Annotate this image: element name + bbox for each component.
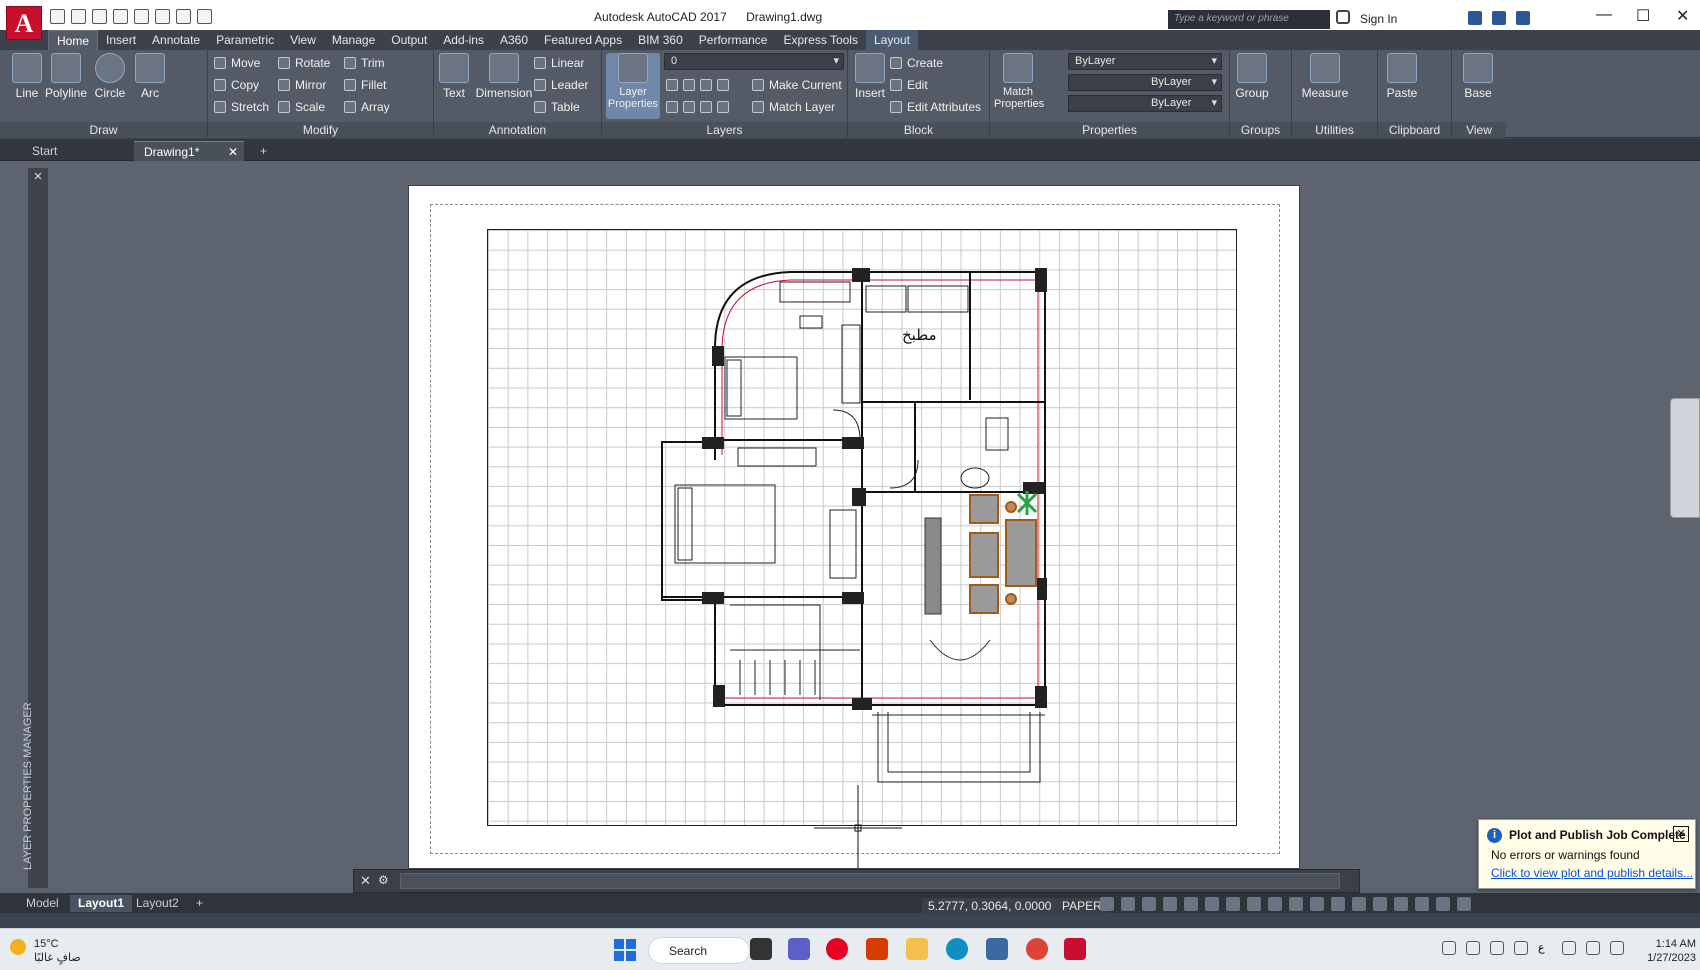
coordinates-readout[interactable]: 5.2777, 0.3064, 0.0000 [922,898,1058,914]
volume-icon[interactable] [1586,941,1600,955]
living-room-sofas [924,494,1037,615]
units-icon[interactable] [1352,897,1366,911]
notification-message: No errors or warnings found [1491,848,1640,862]
start-menu-icon[interactable] [614,939,636,961]
selection-cycling-icon[interactable] [1268,897,1282,911]
clock-date: 1/27/2023 [1647,952,1696,964]
teams-chat-icon[interactable] [788,938,810,960]
floor-plan-columns [702,268,1047,710]
office-icon[interactable] [866,938,888,960]
quick-properties-icon[interactable] [1373,897,1387,911]
clean-screen-icon[interactable] [1436,897,1450,911]
sync-icon[interactable] [1466,941,1480,955]
grid-icon[interactable] [1121,897,1135,911]
transparency-icon[interactable] [1247,897,1261,911]
language-icon[interactable]: ع [1538,941,1552,955]
plot-publish-notification: i Plot and Publish Job Complete ✕ No err… [1478,819,1696,889]
plant-icon [1016,491,1038,515]
navigation-bar[interactable] [1670,398,1700,518]
weather-condition: صافٍ غالبًا [34,951,81,964]
osnap-icon[interactable] [1184,897,1198,911]
autocad-window: Autodesk AutoCAD 2017 Drawing1.dwg Type … [0,0,1700,970]
notification-title: Plot and Publish Job Complete [1509,828,1686,842]
battery-icon[interactable] [1610,941,1624,955]
clock-time: 1:14 AM [1655,938,1696,950]
edge-browser-icon[interactable] [946,938,968,960]
wifi-icon[interactable] [1562,941,1576,955]
tray-overflow-icon[interactable] [1442,941,1456,955]
command-input[interactable] [400,873,1340,889]
chrome-icon[interactable] [1026,938,1048,960]
isolate-objects-icon[interactable] [1394,897,1408,911]
hardware-acceleration-icon[interactable] [1415,897,1429,911]
pinterest-icon[interactable] [826,938,848,960]
notification-close-icon[interactable]: ✕ [1673,826,1689,842]
weather-widget[interactable]: 15°C صافٍ غالبًا [34,937,81,965]
windows-taskbar: 15°C صافٍ غالبًا Search ع 1:14 AM 1/27/2… [0,928,1700,970]
application-menu-button[interactable]: A [6,6,42,40]
annotation-scale-icon[interactable] [1289,897,1303,911]
otrack-icon[interactable] [1205,897,1219,911]
taskbar-search-box[interactable]: Search [648,937,750,964]
status-bar-icons [1100,897,1471,911]
layout1-tab[interactable]: Layout1 [70,895,133,912]
annotation-monitor-icon[interactable] [1331,897,1345,911]
customization-menu-icon[interactable] [1457,897,1471,911]
command-customize-icon[interactable]: ⚙ [378,873,389,887]
task-view-icon[interactable] [750,938,772,960]
microphone-icon[interactable] [1514,941,1528,955]
lineweight-icon[interactable] [1226,897,1240,911]
add-layout-icon[interactable]: + [188,895,211,912]
ortho-icon[interactable] [1142,897,1156,911]
polar-icon[interactable] [1163,897,1177,911]
kitchen-label: مطبخ [902,326,937,344]
cursor-crosshair [814,785,902,868]
snap-icon[interactable] [1100,897,1114,911]
onedrive-icon[interactable] [1490,941,1504,955]
layout2-tab[interactable]: Layout2 [128,895,187,912]
floor-plan [661,268,1047,868]
command-close-icon[interactable]: ✕ [360,873,371,889]
command-line: ✕ ⚙ [353,869,1360,893]
info-icon: i [1487,828,1502,843]
plot-details-link[interactable]: Click to view plot and publish details..… [1491,866,1693,880]
autocad-taskbar-icon[interactable] [1064,938,1086,960]
workspace-gear-icon[interactable] [1310,897,1324,911]
photos-icon[interactable] [986,938,1008,960]
file-explorer-icon[interactable] [906,938,928,960]
system-tray: ع [1442,941,1624,955]
weather-sun-icon[interactable] [10,939,26,955]
weather-temperature: 15°C [34,938,59,950]
clock[interactable]: 1:14 AM 1/27/2023 [1640,937,1696,965]
model-tab[interactable]: Model [18,895,67,912]
